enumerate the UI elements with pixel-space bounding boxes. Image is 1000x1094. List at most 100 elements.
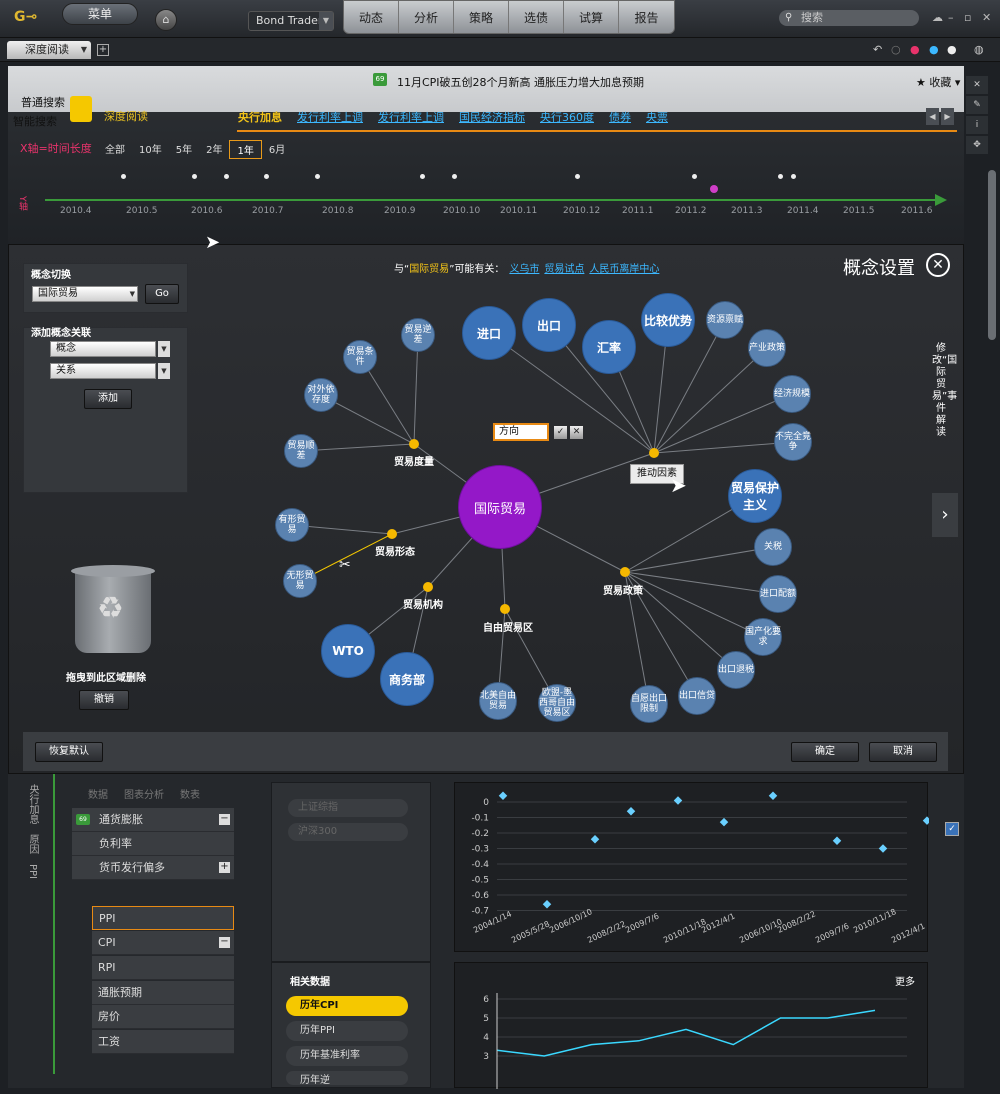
collapse-icon[interactable]: − [219, 814, 230, 825]
concept-node[interactable]: 欧盟-墨西哥自由贸易区 [538, 684, 576, 722]
rel-tab[interactable]: 债券 [609, 109, 631, 125]
timeline-event-dot[interactable] [692, 174, 697, 179]
list-item[interactable]: 通胀预期 [92, 981, 234, 1005]
back-icon[interactable]: ↶ [873, 43, 882, 56]
scrollbar[interactable] [988, 170, 996, 340]
graph-edge[interactable] [653, 347, 768, 454]
pin-red-icon[interactable]: ● [910, 43, 920, 56]
scatter-point[interactable] [626, 807, 636, 816]
tab-report[interactable]: 报告 [619, 1, 674, 33]
concept-node[interactable]: 商务部 [380, 652, 434, 706]
timeline-event-dot[interactable] [315, 174, 320, 179]
confirm-icon[interactable]: ✓ [554, 426, 567, 439]
scatter-point[interactable] [719, 817, 729, 827]
tree-item[interactable]: 通货膨胀 − [72, 808, 234, 832]
refresh-icon[interactable]: ○ [891, 43, 901, 56]
relation-hub[interactable] [649, 448, 659, 458]
globe-icon[interactable]: ◍ [974, 43, 984, 56]
relation-label[interactable]: 贸易度量 [394, 453, 434, 468]
reset-default-button[interactable]: 恢复默认 [35, 742, 103, 762]
index-item[interactable]: 沪深300 [288, 823, 408, 841]
rel-tab[interactable]: 发行利率上调 [297, 109, 363, 125]
favorite-button[interactable]: ★ 收藏 ▾ [916, 74, 960, 90]
rel-tab[interactable]: 央行加息 [238, 109, 282, 125]
concept-node[interactable]: 贸易逆差 [401, 318, 435, 352]
series-line[interactable] [496, 1009, 876, 1057]
rel-tab[interactable]: 央行360度 [540, 109, 594, 125]
range-option[interactable]: 2年 [199, 140, 229, 159]
nav-reason[interactable]: 原因 [26, 834, 38, 854]
index-item[interactable]: 上证综指 [288, 799, 408, 817]
range-option[interactable]: 1年 [229, 140, 262, 159]
timeline-event-dot[interactable] [121, 174, 126, 179]
concept-node[interactable]: 对外依存度 [304, 378, 338, 412]
list-item-cpi[interactable]: CPI − [92, 931, 234, 955]
concept-node[interactable]: 汇率 [582, 320, 636, 374]
concept-node[interactable]: 有形贸易 [275, 508, 309, 542]
related-item[interactable]: 历年逆 [286, 1071, 408, 1085]
relation-label[interactable]: 贸易形态 [375, 543, 415, 558]
relation-hub[interactable] [500, 604, 510, 614]
list-item-ppi[interactable]: PPI [92, 906, 234, 930]
menu-button[interactable]: 菜单 [62, 3, 138, 25]
minimize-icon[interactable]: – [948, 11, 954, 24]
product-select[interactable]: Bond Trader ▼ [248, 11, 334, 31]
concept-node[interactable]: 出口退税 [717, 651, 755, 689]
ok-button[interactable]: 确定 [791, 742, 859, 762]
concept-node[interactable]: 比较优势 [641, 293, 695, 347]
rel-tab[interactable]: 国民经济指标 [459, 109, 525, 125]
range-option[interactable]: 全部 [98, 140, 132, 159]
concept-node[interactable]: 无形贸易 [283, 564, 317, 598]
scatter-point[interactable] [542, 900, 552, 909]
range-option[interactable]: 6月 [262, 140, 292, 159]
move-icon[interactable]: ✥ [966, 136, 988, 154]
subtab[interactable]: 数表 [180, 786, 200, 801]
relation-label[interactable]: 贸易机构 [403, 596, 443, 611]
relation-label[interactable]: 贸易政策 [603, 582, 643, 597]
nav-ppi[interactable]: PPI [26, 864, 38, 879]
concept-node[interactable]: 贸易条件 [343, 340, 377, 374]
cancel-button[interactable]: 取消 [869, 742, 937, 762]
scatter-point[interactable] [832, 836, 842, 845]
prev-page-button[interactable]: ◀ [926, 108, 939, 125]
concept-node[interactable]: 自愿出口限制 [630, 685, 668, 723]
concept-node[interactable]: 关税 [754, 528, 792, 566]
tab-bond-select[interactable]: 选债 [509, 1, 564, 33]
scatter-point[interactable] [498, 791, 508, 801]
search-input[interactable]: ⚲ 搜索 [779, 10, 919, 26]
concept-node[interactable]: 进口配额 [759, 575, 797, 613]
cancel-icon[interactable]: ✕ [570, 426, 583, 439]
concept-node[interactable]: 资源禀赋 [706, 301, 744, 339]
timeline-event-dot[interactable] [264, 174, 269, 179]
feedback-icon[interactable]: ☁ [932, 11, 943, 24]
timeline-event-dot[interactable] [452, 174, 457, 179]
relation-hub[interactable] [387, 529, 397, 539]
concept-node[interactable]: 北美自由贸易 [479, 682, 517, 720]
tree-item[interactable]: 货币发行偏多 + [72, 856, 234, 880]
subtab[interactable]: 数据 [88, 786, 108, 801]
collapse-icon[interactable]: − [219, 937, 230, 948]
concept-node[interactable]: WTO [321, 624, 375, 678]
relation-label[interactable]: 自由贸易区 [483, 619, 533, 634]
concept-node[interactable]: 不完全竞争 [774, 423, 812, 461]
relation-hub[interactable] [620, 567, 630, 577]
relation-hub[interactable] [423, 582, 433, 592]
restore-icon[interactable]: ▫ [964, 11, 971, 24]
rel-tab[interactable]: 发行利率上调 [378, 109, 444, 125]
timeline-event-dot[interactable] [778, 174, 783, 179]
tab-deep-reading[interactable]: 深度阅读 ▼ [7, 41, 91, 59]
relation-hub[interactable] [409, 439, 419, 449]
wrench-icon[interactable]: ✎ [966, 96, 988, 114]
scatter-point[interactable] [590, 834, 600, 844]
close-icon[interactable]: ✕ [982, 11, 991, 24]
add-tab-icon[interactable]: + [97, 44, 109, 56]
concept-node[interactable]: 经济规模 [773, 375, 811, 413]
timeline-event-dot[interactable] [791, 174, 796, 179]
range-option[interactable]: 10年 [132, 140, 169, 159]
subtab[interactable]: 图表分析 [124, 786, 164, 801]
related-item[interactable]: 历年基准利率 [286, 1046, 408, 1066]
mode-deep-reading[interactable]: 深度阅读 [104, 108, 148, 124]
home-icon[interactable]: ⌂ [155, 9, 177, 31]
news-headline[interactable]: 11月CPI破五创28个月新高 通胀压力增大加息预期 [397, 74, 644, 90]
concept-node[interactable]: 出口 [522, 298, 576, 352]
